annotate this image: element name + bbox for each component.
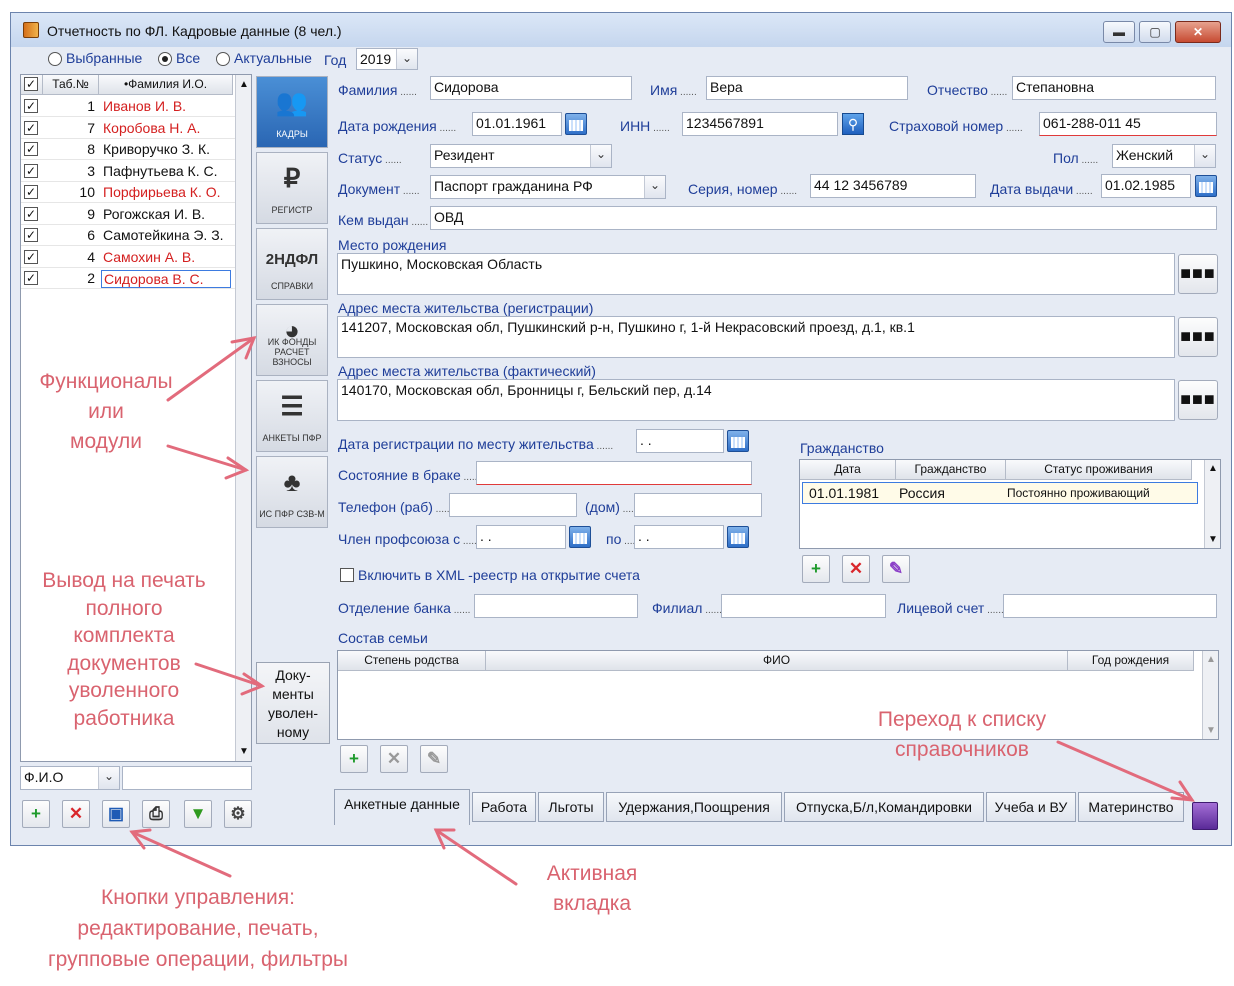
chevron-down-icon: ⌄ bbox=[596, 147, 607, 161]
chevron-down-icon: ⌄ bbox=[104, 769, 115, 783]
chevron-down-icon: ⌄ bbox=[650, 178, 661, 192]
chevron-down-icon: ⌄ bbox=[1200, 147, 1211, 161]
annotation-active-tab: Активная вкладка bbox=[546, 862, 638, 915]
annotation-print: Вывод на печать полного комплекта докуме… bbox=[42, 569, 206, 730]
annotation-modules: Функционалы или модули bbox=[39, 370, 173, 453]
annotation-arrows bbox=[129, 336, 1196, 886]
chevron-down-icon: ⌄ bbox=[402, 51, 413, 65]
annotation-controls: Кнопки управления: редактирование, печат… bbox=[48, 886, 348, 971]
annotation-refs: Переход к списку справочников bbox=[877, 708, 1047, 761]
